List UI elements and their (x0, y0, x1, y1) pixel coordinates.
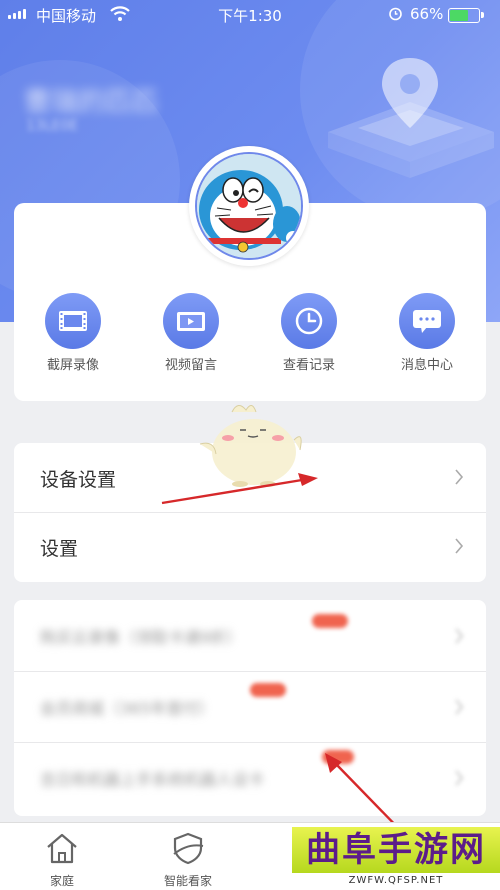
shield-icon (173, 832, 204, 865)
tab-label: 智能看家 (163, 874, 212, 888)
annotation-arrow (161, 478, 303, 505)
annotation-arrows (161, 473, 406, 836)
tab-smart-guard[interactable]: 智能看家 (138, 831, 238, 889)
watermark-url: ZWFW.QFSP.NET (348, 875, 444, 886)
arrow-head (325, 753, 342, 773)
watermark: 曲阜手游网 ZWFW.QFSP.NET (292, 827, 500, 889)
arrow-head (298, 473, 318, 486)
watermark-title: 曲阜手游网 (292, 827, 500, 873)
tab-label: 家庭 (49, 874, 74, 888)
tab-home[interactable]: 家庭 (12, 831, 112, 889)
house-icon (47, 833, 77, 864)
